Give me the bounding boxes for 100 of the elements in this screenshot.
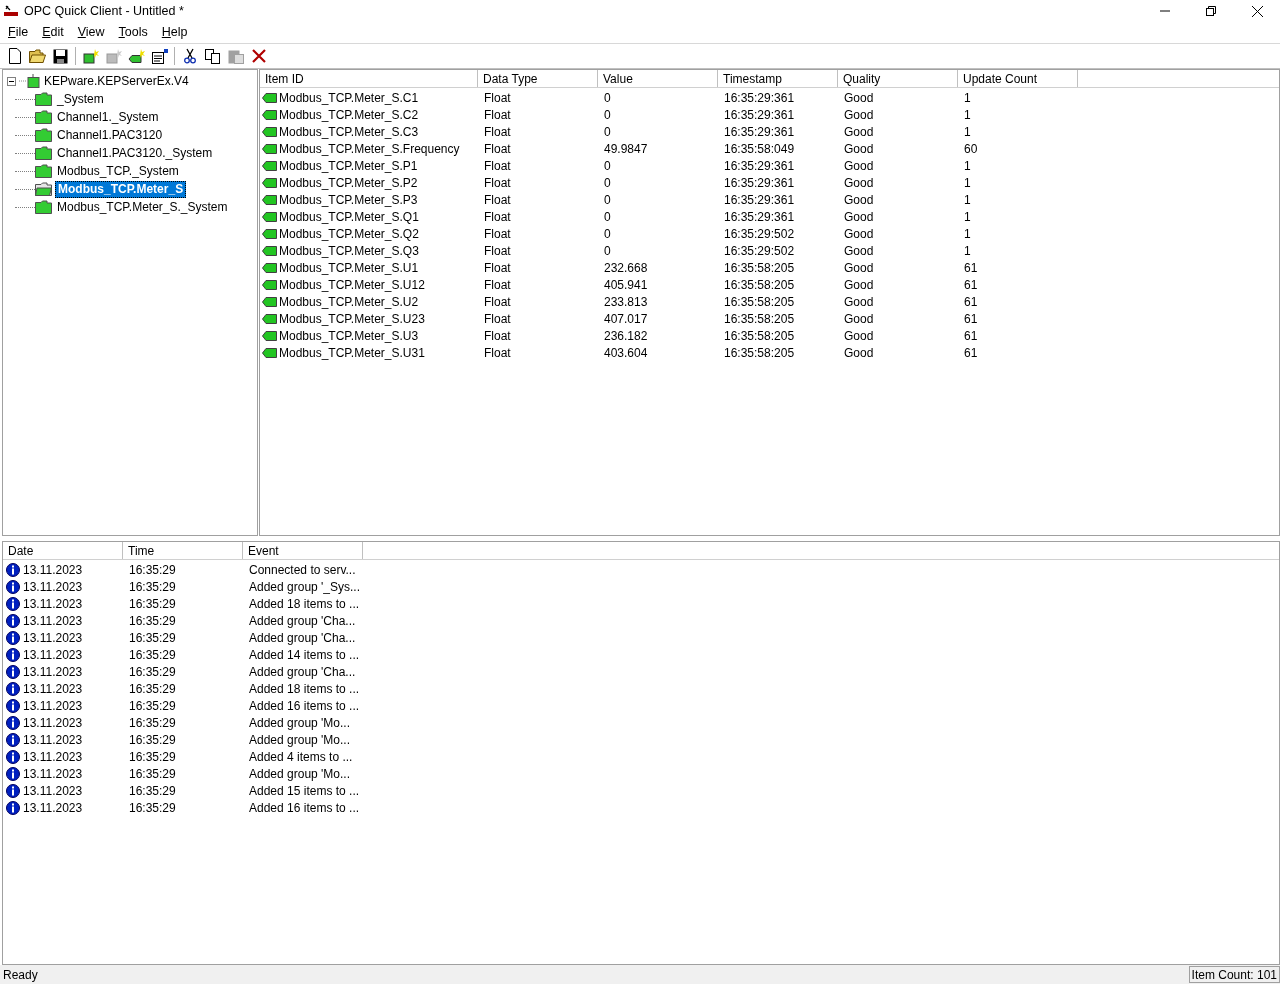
tag-icon (262, 160, 277, 171)
column-header[interactable]: Item ID (260, 70, 478, 87)
table-cell-text: 16:35:29 (129, 629, 176, 647)
table-cell-text: 13.11.2023 (23, 697, 83, 715)
tag-spark-icon[interactable] (127, 48, 146, 64)
info-icon (6, 664, 20, 679)
table-cell-text: Added group 'Mo... (249, 731, 351, 749)
table-cell-text: Good (844, 327, 874, 345)
menu-item[interactable]: Edit (35, 23, 71, 42)
table-cell-text: 16:35:29:361 (724, 106, 795, 124)
menu-item[interactable]: Tools (111, 23, 155, 42)
table-cell-text: 0 (604, 191, 611, 209)
table-cell-text: 13.11.2023 (23, 561, 83, 579)
tree-item[interactable]: Modbus_TCP.Meter_S._System (55, 199, 230, 215)
tree-root[interactable]: KEPware.KEPServerEx.V4 (43, 72, 190, 90)
table-cell-text: 16:35:58:205 (724, 344, 795, 362)
info-icon (6, 562, 20, 577)
table-cell-text: Modbus_TCP.Meter_S.U2 (279, 293, 419, 311)
table-cell-text: Good (844, 208, 874, 226)
table-cell-text: 13.11.2023 (23, 612, 83, 630)
menu-item[interactable]: Help (154, 23, 195, 42)
info-icon (6, 732, 20, 747)
server-icon (19, 74, 41, 88)
scissors-icon[interactable] (183, 48, 196, 64)
tree-item[interactable]: Modbus_TCP.Meter_S (55, 180, 187, 198)
column-header[interactable]: Time (123, 542, 243, 559)
table-cell-text: Added group 'Cha... (249, 663, 356, 681)
table-cell-text: Good (844, 310, 874, 328)
table-cell-text: 16:35:29 (129, 799, 176, 817)
tree-item[interactable]: Channel1.PAC3120 (55, 127, 165, 143)
tag-icon (262, 279, 277, 290)
table-cell-text: Added 18 items to ... (249, 595, 360, 613)
minus-icon (9, 78, 14, 84)
app-logo-icon (4, 5, 18, 17)
table-cell-text: 13.11.2023 (23, 714, 83, 732)
column-header[interactable]: Value (598, 70, 718, 87)
table-cell-text: Added group 'Cha... (249, 629, 356, 647)
table-cell-text: Good (844, 106, 874, 124)
table-cell-text: Float (484, 157, 511, 175)
save-icon[interactable] (53, 48, 68, 64)
info-icon (6, 749, 20, 764)
tag-icon (262, 143, 277, 154)
table-cell-text: Float (484, 259, 511, 277)
table-cell-text: Float (484, 208, 511, 226)
tree-item[interactable]: Channel1.PAC3120._System (55, 145, 215, 161)
folder-icon (35, 164, 52, 178)
server-spark-icon[interactable] (81, 48, 100, 64)
table-cell-text: Float (484, 140, 511, 158)
column-header[interactable]: Data Type (478, 70, 598, 87)
tag-icon (262, 313, 277, 324)
menu-item[interactable]: View (70, 23, 112, 42)
table-cell-text: Float (484, 327, 511, 345)
info-icon (6, 596, 20, 611)
column-header[interactable]: Quality (838, 70, 958, 87)
table-cell-text: 16:35:29:502 (724, 242, 795, 260)
info-icon (6, 715, 20, 730)
tree-item[interactable]: _System (55, 91, 106, 107)
table-cell-text: 16:35:29:361 (724, 157, 795, 175)
table-cell-text: 16:35:29 (129, 578, 176, 596)
table-cell-text: Added 4 items to ... (249, 748, 353, 766)
open-folder-icon[interactable] (29, 49, 46, 63)
copy-icon[interactable] (204, 48, 221, 64)
column-header[interactable]: Date (3, 542, 123, 559)
info-icon (6, 630, 20, 645)
table-cell-text: Good (844, 191, 874, 209)
table-cell-text: 16:35:29 (129, 680, 176, 698)
table-cell-text: 0 (604, 242, 611, 260)
table-cell-text: Modbus_TCP.Meter_S.C3 (279, 123, 419, 141)
collapse-toggle[interactable] (7, 76, 16, 86)
table-cell-text: 16:35:58:205 (724, 259, 795, 277)
info-icon (6, 783, 20, 798)
table-cell-text: Modbus_TCP.Meter_S.U12 (279, 276, 425, 294)
table-cell-text: 13.11.2023 (23, 595, 83, 613)
table-cell-text: 16:35:29 (129, 646, 176, 664)
tag-icon (262, 177, 277, 188)
tree-item[interactable]: Channel1._System (55, 109, 161, 125)
table-cell-text: Float (484, 106, 511, 124)
table-cell-text: 61 (964, 293, 978, 311)
column-header[interactable]: Update Count (958, 70, 1078, 87)
column-header[interactable]: Event (243, 542, 363, 559)
item-count: Item Count: 101 (1188, 966, 1280, 983)
folder-icon (35, 92, 52, 106)
menu-item[interactable]: File (1, 23, 36, 42)
table-cell-text: 16:35:29 (129, 748, 176, 766)
table-cell-text: Float (484, 293, 511, 311)
folder-icon (35, 146, 52, 160)
properties-icon[interactable] (150, 48, 169, 64)
table-cell-text: 1 (964, 157, 971, 175)
table-cell-text: Good (844, 242, 874, 260)
new-document-icon[interactable] (7, 48, 22, 64)
table-cell-text: 13.11.2023 (23, 799, 83, 817)
tag-icon (262, 347, 277, 358)
column-header[interactable]: Timestamp (718, 70, 838, 87)
table-cell-text: Good (844, 344, 874, 362)
table-cell-text: Good (844, 140, 874, 158)
delete-icon[interactable] (251, 49, 266, 63)
table-cell-text: Good (844, 276, 874, 294)
table-cell-text: Good (844, 225, 874, 243)
table-cell-text: 16:35:58:205 (724, 293, 795, 311)
tree-item[interactable]: Modbus_TCP._System (55, 163, 181, 179)
